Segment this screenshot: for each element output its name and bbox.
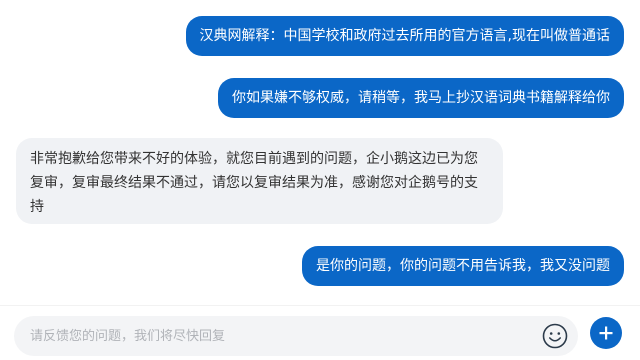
message-list: 汉典网解释：中国学校和政府过去所用的官方语言,现在叫做普通话 你如果嫌不够权威，… <box>0 0 640 305</box>
agent-message-bubble: 非常抱歉给您带来不好的体验，就您目前遇到的问题，企小鹅这边已为您复审，复审最终结… <box>16 138 503 224</box>
add-button[interactable] <box>590 317 622 349</box>
user-message-bubble: 是你的问题，你的问题不用告诉我，我又没问题 <box>302 246 624 286</box>
user-message-bubble: 你如果嫌不够权威，请稍等，我马上抄汉语词典书籍解释给你 <box>218 78 624 118</box>
message-text: 是你的问题，你的问题不用告诉我，我又没问题 <box>316 258 610 274</box>
message-text: 非常抱歉给您带来不好的体验，就您目前遇到的问题，企小鹅这边已为您复审，复审最终结… <box>30 151 478 215</box>
message-text: 你如果嫌不够权威，请稍等，我马上抄汉语词典书籍解释给你 <box>232 90 610 106</box>
plus-icon <box>599 326 613 340</box>
smiley-face-icon[interactable] <box>542 323 568 349</box>
feedback-input-wrapper <box>14 316 578 356</box>
composer-bar <box>0 305 640 360</box>
message-text: 汉典网解释：中国学校和政府过去所用的官方语言,现在叫做普通话 <box>199 28 610 44</box>
feedback-input[interactable] <box>14 316 534 356</box>
user-message-bubble: 汉典网解释：中国学校和政府过去所用的官方语言,现在叫做普通话 <box>185 16 624 56</box>
